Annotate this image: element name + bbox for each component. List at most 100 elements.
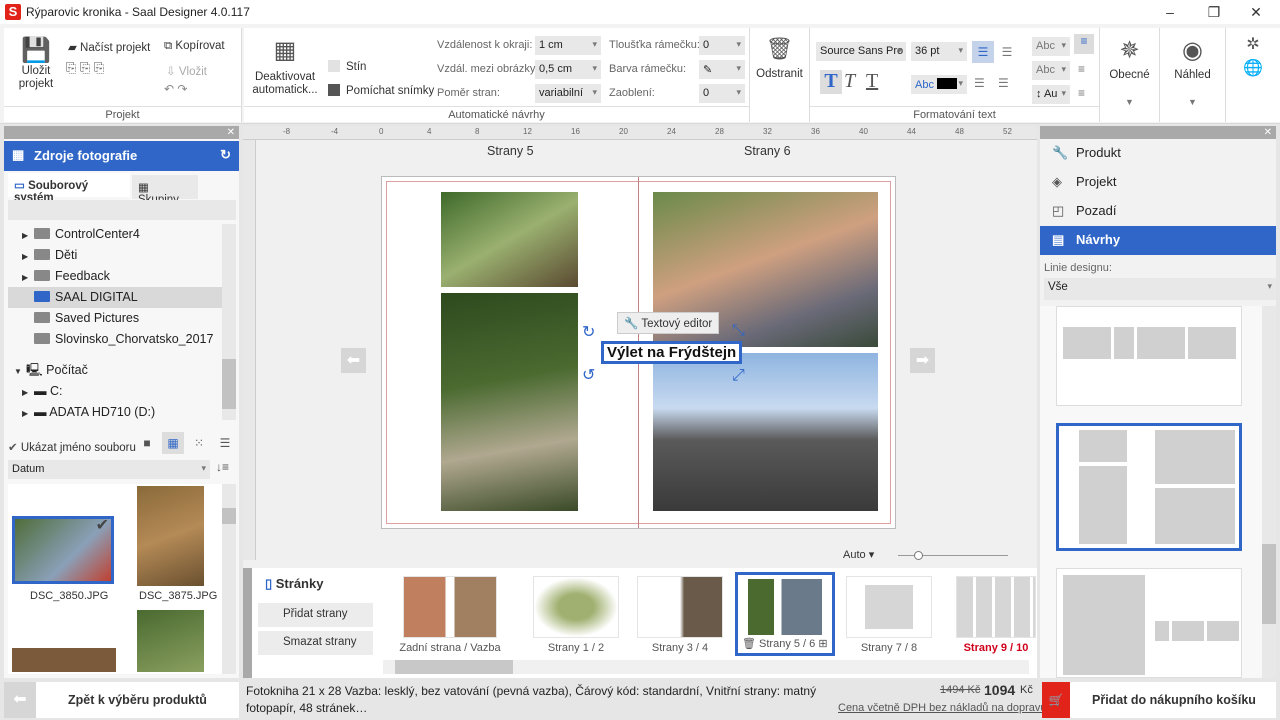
globe-icon[interactable]: 🌐 — [1226, 58, 1280, 78]
tab-filesystem[interactable]: ▭ Souborový systém — [8, 173, 130, 204]
gear-icon[interactable]: ✲ — [1226, 34, 1280, 54]
gap-select[interactable]: 0,5 cm — [535, 60, 601, 79]
tree-item-drive[interactable]: ▶ ▬ ADATA HD710 (D:) — [8, 402, 222, 423]
tree-item[interactable]: ▶ ControlCenter4 — [8, 224, 222, 245]
zoom-slider[interactable] — [898, 551, 1008, 560]
text-outline-select[interactable]: Abc — [1032, 61, 1070, 80]
tree-item[interactable]: ▶ Děti — [8, 245, 222, 266]
photo-thumbnail[interactable] — [137, 610, 204, 672]
nav-product[interactable]: 🔧 Produkt — [1040, 139, 1276, 168]
tree-item[interactable]: ▶ Feedback — [8, 266, 222, 287]
search-input[interactable] — [8, 200, 236, 220]
rotate-handle-icon[interactable]: ⤢ — [732, 367, 745, 385]
ratio-select[interactable]: variabilní — [535, 84, 601, 103]
text-editor-button[interactable]: 🔧 Textový editor — [617, 312, 720, 334]
nav-designs[interactable]: ▤ Návrhy — [1040, 226, 1276, 255]
back-to-products-button[interactable]: ⬅ Zpět k výběru produktů — [4, 682, 239, 718]
valign-bottom-button[interactable]: ≡ — [1078, 86, 1085, 100]
view-large-button[interactable]: ■ — [136, 432, 158, 454]
design-layout[interactable] — [1056, 306, 1242, 406]
design-scrollbar[interactable] — [1262, 306, 1276, 678]
panel-grip[interactable]: ✕ — [1040, 126, 1276, 139]
undo-redo-icons[interactable]: ↶ ↷ — [164, 82, 187, 96]
tree-scrollbar[interactable] — [222, 224, 236, 420]
load-project-button[interactable]: ▰ Načíst projekt — [68, 40, 150, 54]
text-box[interactable]: Výlet na Frýdštejn — [601, 341, 743, 364]
close-button[interactable]: ✕ — [1236, 2, 1276, 22]
page-thumbnail-selected[interactable]: 🗑 Strany 5 / 6 ⊞ — [735, 572, 835, 656]
refresh-icon[interactable]: ↻ — [220, 147, 231, 163]
align-left-button[interactable]: ☰ — [972, 41, 994, 63]
underline-button[interactable]: T — [866, 70, 878, 93]
rounding-select[interactable]: 0 — [699, 84, 745, 103]
design-layout-selected[interactable] — [1056, 423, 1242, 551]
minimize-button[interactable]: – — [1150, 2, 1190, 22]
import-icons[interactable]: ⎘ ⎘ ⎘ — [66, 60, 104, 76]
save-project-button[interactable]: 💾 Uložit projekt — [16, 36, 56, 91]
align-right-button[interactable]: ☰ — [974, 76, 985, 90]
italic-button[interactable]: T — [844, 70, 855, 93]
rotate-handle-icon[interactable]: ⤡ — [732, 322, 745, 340]
price-note-link[interactable]: Cena včetně DPH bez nákladů na dopravu — [838, 702, 1047, 714]
zoom-select[interactable]: Auto ▾ — [843, 548, 874, 561]
design-line-select[interactable]: Vše — [1044, 278, 1276, 300]
add-pages-button[interactable]: Přidat strany — [258, 603, 373, 627]
page-thumbnail[interactable] — [846, 576, 932, 638]
tree-item-selected[interactable]: SAAL DIGITAL — [8, 287, 222, 308]
font-select[interactable]: Source Sans Pro — [816, 42, 906, 61]
valign-middle-button[interactable]: ≡ — [1078, 62, 1085, 76]
page-thumbnail[interactable] — [533, 576, 619, 638]
tree-item-computer[interactable]: ▼ 🖳 Počítač — [8, 360, 222, 381]
align-center-button[interactable]: ☰ — [996, 41, 1018, 63]
tree-item-drive[interactable]: ▶ ▬ C: — [8, 381, 222, 402]
bold-button[interactable]: T — [820, 70, 842, 94]
tree-item[interactable]: Slovinsko_Chorvatsko_2017 — [8, 329, 222, 350]
rotate-handle-icon[interactable]: ↻ — [582, 322, 595, 342]
pages-scrollbar[interactable] — [383, 660, 1029, 674]
rotate-handle-icon[interactable]: ↺ — [582, 365, 595, 385]
sort-select[interactable]: Datum — [8, 460, 210, 479]
nav-project[interactable]: ◈ Projekt — [1040, 168, 1276, 197]
view-medium-button[interactable]: ▦ — [162, 432, 184, 454]
view-small-button[interactable]: ⁙ — [188, 432, 210, 454]
border-color-picker[interactable]: ✎ — [699, 60, 745, 79]
margin-select[interactable]: 1 cm — [535, 36, 601, 55]
photo-frame[interactable] — [653, 353, 878, 511]
maximize-button[interactable]: ❐ — [1194, 2, 1234, 22]
photo-scrollbar[interactable] — [222, 484, 236, 674]
delete-pages-button[interactable]: Smazat strany — [258, 631, 373, 655]
add-page-icon[interactable]: ⊞ — [818, 638, 827, 650]
photo-frame[interactable] — [441, 293, 578, 511]
border-width-select[interactable]: 0 — [699, 36, 745, 55]
tab-groups[interactable]: ▦ Skupiny — [132, 175, 198, 206]
paste-button[interactable]: ⇩ Vložit — [166, 64, 207, 78]
copy-button[interactable]: ⧉ Kopírovat — [164, 40, 225, 53]
trash-icon[interactable]: 🗑 — [742, 638, 759, 650]
canvas-scrollbar[interactable] — [1024, 154, 1036, 544]
next-page-button[interactable]: ➡ — [910, 348, 935, 373]
panel-grip[interactable] — [243, 568, 252, 678]
preview-button[interactable]: ◉ Náhled ▼ — [1160, 28, 1226, 122]
show-filename-checkbox[interactable]: ✔ Ukázat jméno souboru — [8, 440, 136, 454]
photo-thumbnail[interactable] — [137, 486, 204, 586]
shuffle-button[interactable]: Pomíchat snímky — [328, 84, 434, 97]
panel-grip[interactable]: ✕ — [4, 126, 239, 139]
remove-button[interactable]: 🗑 Odstranit — [750, 28, 810, 122]
page-thumbnail[interactable] — [956, 576, 1036, 638]
shadow-checkbox[interactable]: Stín — [328, 60, 366, 73]
view-list-button[interactable]: ☰ — [214, 432, 236, 454]
photo-thumbnail[interactable] — [12, 648, 116, 672]
text-color-picker[interactable]: Abc — [911, 75, 967, 94]
nav-background[interactable]: ◰ Pozadí — [1040, 197, 1276, 226]
justify-button[interactable]: ☰ — [998, 76, 1009, 90]
general-button[interactable]: ✵ Obecné ▼ — [1100, 28, 1160, 122]
text-shadow-select[interactable]: Abc — [1032, 37, 1070, 56]
line-spacing-select[interactable]: ↕ Au — [1032, 85, 1070, 104]
font-size-select[interactable]: 36 pt — [911, 42, 967, 61]
sort-order-button[interactable]: ↓≡ — [216, 460, 229, 474]
deactivate-auto-button[interactable]: ▦ Deaktivovat automatick... — [252, 36, 318, 97]
page-thumbnail[interactable] — [637, 576, 723, 638]
photo-thumbnail-selected[interactable]: ✔ — [12, 516, 114, 584]
previous-page-button[interactable]: ⬅ — [341, 348, 366, 373]
add-to-cart-button[interactable]: 🛒 Přidat do nákupního košíku — [1042, 682, 1276, 718]
